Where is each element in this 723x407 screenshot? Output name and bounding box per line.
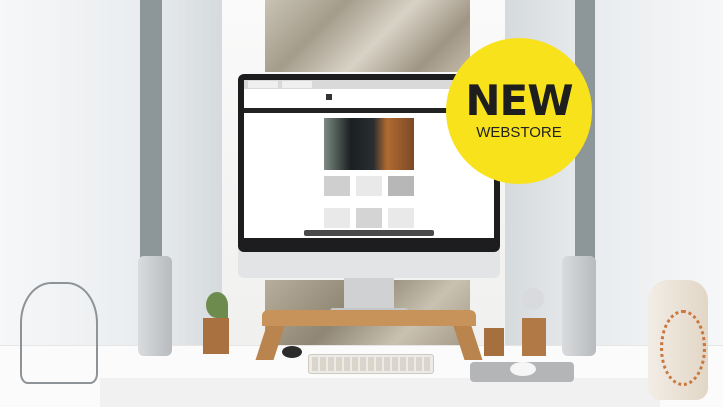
product-thumb: [356, 176, 382, 196]
lamp-icon: [20, 282, 98, 384]
browser-tab: [248, 81, 278, 88]
cup: [522, 318, 546, 356]
marble-wall-upper: [265, 0, 470, 72]
badge-headline: NEW: [465, 76, 573, 125]
lightbulb: [522, 288, 544, 310]
mouse-icon: [510, 362, 536, 376]
plant-icon: [206, 292, 228, 318]
speaker-icon: [562, 256, 596, 356]
product-thumb: [324, 208, 350, 228]
badge-subline: WEBSTORE: [476, 124, 562, 141]
hero-image: [324, 118, 414, 170]
speaker-puck: [282, 346, 302, 358]
desk-drawer: [100, 378, 660, 407]
product-thumb: [388, 208, 414, 228]
monitor-riser: [262, 310, 476, 326]
browser-tab: [282, 81, 312, 88]
plant-pot: [203, 318, 229, 354]
cup: [484, 328, 504, 356]
product-thumb: [324, 176, 350, 196]
site-logo: [326, 94, 332, 100]
vase-pattern: [660, 310, 706, 386]
monitor-stand: [344, 278, 394, 312]
desk-scene: NEW WEBSTORE: [0, 0, 723, 407]
new-webstore-badge[interactable]: NEW WEBSTORE: [446, 38, 592, 184]
keyboard-keys: [312, 357, 430, 371]
product-thumb: [388, 176, 414, 196]
screen-dock: [304, 230, 434, 236]
speaker-icon: [138, 256, 172, 356]
product-thumb: [356, 208, 382, 228]
